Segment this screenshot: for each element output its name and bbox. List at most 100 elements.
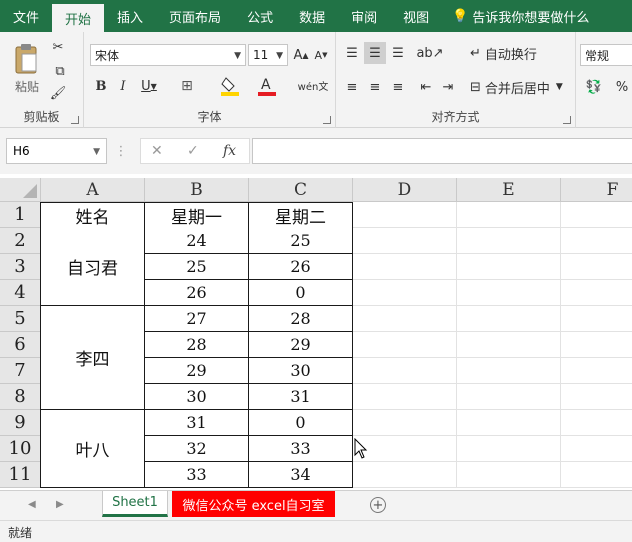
decrease-indent-icon[interactable]: ⇤ xyxy=(416,76,436,98)
table-header-cell[interactable]: 星期一 xyxy=(145,202,249,229)
grid-cell[interactable] xyxy=(561,332,632,358)
grid-cell[interactable] xyxy=(561,254,632,280)
value-cell[interactable]: 25 xyxy=(249,228,353,254)
add-sheet-icon[interactable]: + xyxy=(370,497,386,513)
column-header-a[interactable]: A xyxy=(41,178,145,202)
value-cell[interactable]: 26 xyxy=(145,280,249,306)
fill-color-icon[interactable] xyxy=(218,74,246,98)
align-center-icon[interactable]: ≡ xyxy=(364,76,386,98)
grid-cell[interactable] xyxy=(353,410,457,436)
grid-cell[interactable] xyxy=(353,254,457,280)
value-cell[interactable]: 34 xyxy=(249,462,353,488)
grid-cell[interactable] xyxy=(561,280,632,306)
value-cell[interactable]: 33 xyxy=(145,462,249,488)
value-cell[interactable]: 29 xyxy=(249,332,353,358)
grid-cell[interactable] xyxy=(561,384,632,410)
row-header-6[interactable]: 6 xyxy=(0,332,41,358)
grid-cell[interactable] xyxy=(457,436,561,462)
value-cell[interactable]: 0 xyxy=(249,410,353,436)
align-bottom-icon[interactable]: ☰ xyxy=(388,42,408,64)
underline-icon[interactable]: U ▼ xyxy=(136,76,162,96)
column-header-b[interactable]: B xyxy=(145,178,249,202)
grid-cell[interactable] xyxy=(457,280,561,306)
tab-insert[interactable]: 插入 xyxy=(104,0,156,32)
grid-cell[interactable] xyxy=(353,202,457,228)
formula-input[interactable] xyxy=(252,138,632,164)
grid-cell[interactable] xyxy=(457,202,561,228)
number-format-select[interactable]: 常规 xyxy=(580,44,632,66)
decrease-font-icon[interactable]: A ▼ xyxy=(312,45,330,65)
borders-icon[interactable]: ⊞ xyxy=(172,76,202,96)
merge-center-button[interactable]: ⊟ 合并后居中 ▼ xyxy=(470,76,574,98)
grid-cell[interactable] xyxy=(457,384,561,410)
select-all-corner[interactable] xyxy=(0,178,41,202)
row-header-5[interactable]: 5 xyxy=(0,306,41,332)
increase-font-icon[interactable]: A ▲ xyxy=(292,45,310,65)
sheet-tab-excel-study[interactable]: 微信公众号 excel自习室 xyxy=(172,491,335,517)
grid-cell[interactable] xyxy=(561,306,632,332)
row-header-4[interactable]: 4 xyxy=(0,280,41,306)
grid-cell[interactable] xyxy=(353,228,457,254)
value-cell[interactable]: 30 xyxy=(249,358,353,384)
value-cell[interactable]: 27 xyxy=(145,306,249,332)
row-header-11[interactable]: 11 xyxy=(0,462,41,488)
format-painter-icon[interactable]: 🖌 xyxy=(48,84,68,102)
name-cell[interactable]: 自习君 xyxy=(40,228,145,306)
row-header-10[interactable]: 10 xyxy=(0,436,41,462)
phonetic-guide-icon[interactable]: wén文 xyxy=(296,72,330,98)
grid-cell[interactable] xyxy=(561,358,632,384)
increase-indent-icon[interactable]: ⇥ xyxy=(438,76,458,98)
sheet-tab-sheet1[interactable]: Sheet1 xyxy=(102,491,168,517)
row-header-7[interactable]: 7 xyxy=(0,358,41,384)
value-cell[interactable]: 28 xyxy=(145,332,249,358)
grid-cell[interactable] xyxy=(457,462,561,488)
grid-cell[interactable] xyxy=(353,306,457,332)
insert-function-icon[interactable]: fx xyxy=(223,143,236,159)
grid-cell[interactable] xyxy=(561,436,632,462)
percent-format-icon[interactable]: % xyxy=(612,76,632,98)
cancel-icon[interactable]: ✕ xyxy=(151,143,163,159)
grid-cell[interactable] xyxy=(457,358,561,384)
grid-cell[interactable] xyxy=(457,228,561,254)
wrap-text-button[interactable]: ↵ 自动换行 xyxy=(470,42,570,64)
row-header-8[interactable]: 8 xyxy=(0,384,41,410)
cut-icon[interactable]: ✂ xyxy=(48,38,68,56)
font-color-icon[interactable]: A xyxy=(254,74,282,98)
orientation-icon[interactable]: ab↗ xyxy=(416,42,444,64)
grid-cell[interactable] xyxy=(353,358,457,384)
alignment-launcher-icon[interactable] xyxy=(563,116,571,124)
grid-cell[interactable] xyxy=(457,254,561,280)
grid-cell[interactable] xyxy=(561,228,632,254)
row-header-1[interactable]: 1 xyxy=(0,202,41,228)
value-cell[interactable]: 31 xyxy=(249,384,353,410)
value-cell[interactable]: 25 xyxy=(145,254,249,280)
currency-format-icon[interactable]: 💱 xyxy=(580,76,608,98)
grid-cell[interactable] xyxy=(353,280,457,306)
align-middle-icon[interactable]: ☰ xyxy=(364,42,386,64)
value-cell[interactable]: 24 xyxy=(145,228,249,254)
name-cell[interactable]: 叶八 xyxy=(40,410,145,488)
value-cell[interactable]: 30 xyxy=(145,384,249,410)
tab-page-layout[interactable]: 页面布局 xyxy=(156,0,234,32)
font-launcher-icon[interactable] xyxy=(323,116,331,124)
bold-icon[interactable]: B xyxy=(92,76,110,96)
tab-review[interactable]: 审阅 xyxy=(338,0,390,32)
row-header-2[interactable]: 2 xyxy=(0,228,41,254)
row-header-3[interactable]: 3 xyxy=(0,254,41,280)
value-cell[interactable]: 26 xyxy=(249,254,353,280)
font-name-select[interactable]: 宋体 ▼ xyxy=(90,44,246,66)
value-cell[interactable]: 28 xyxy=(249,306,353,332)
column-header-d[interactable]: D xyxy=(353,178,457,202)
scroll-right-icon[interactable]: ▶ xyxy=(56,499,64,510)
tab-home[interactable]: 开始 xyxy=(52,4,105,32)
value-cell[interactable]: 31 xyxy=(145,410,249,436)
tab-file[interactable]: 文件 xyxy=(0,0,52,32)
table-header-cell[interactable]: 姓名 xyxy=(40,202,145,229)
scroll-left-icon[interactable]: ◀ xyxy=(28,499,36,510)
italic-icon[interactable]: I xyxy=(114,76,132,96)
grid-cell[interactable] xyxy=(561,462,632,488)
name-cell[interactable]: 李四 xyxy=(40,306,145,410)
grid-cell[interactable] xyxy=(457,306,561,332)
align-right-icon[interactable]: ≡ xyxy=(388,76,408,98)
value-cell[interactable]: 32 xyxy=(145,436,249,462)
